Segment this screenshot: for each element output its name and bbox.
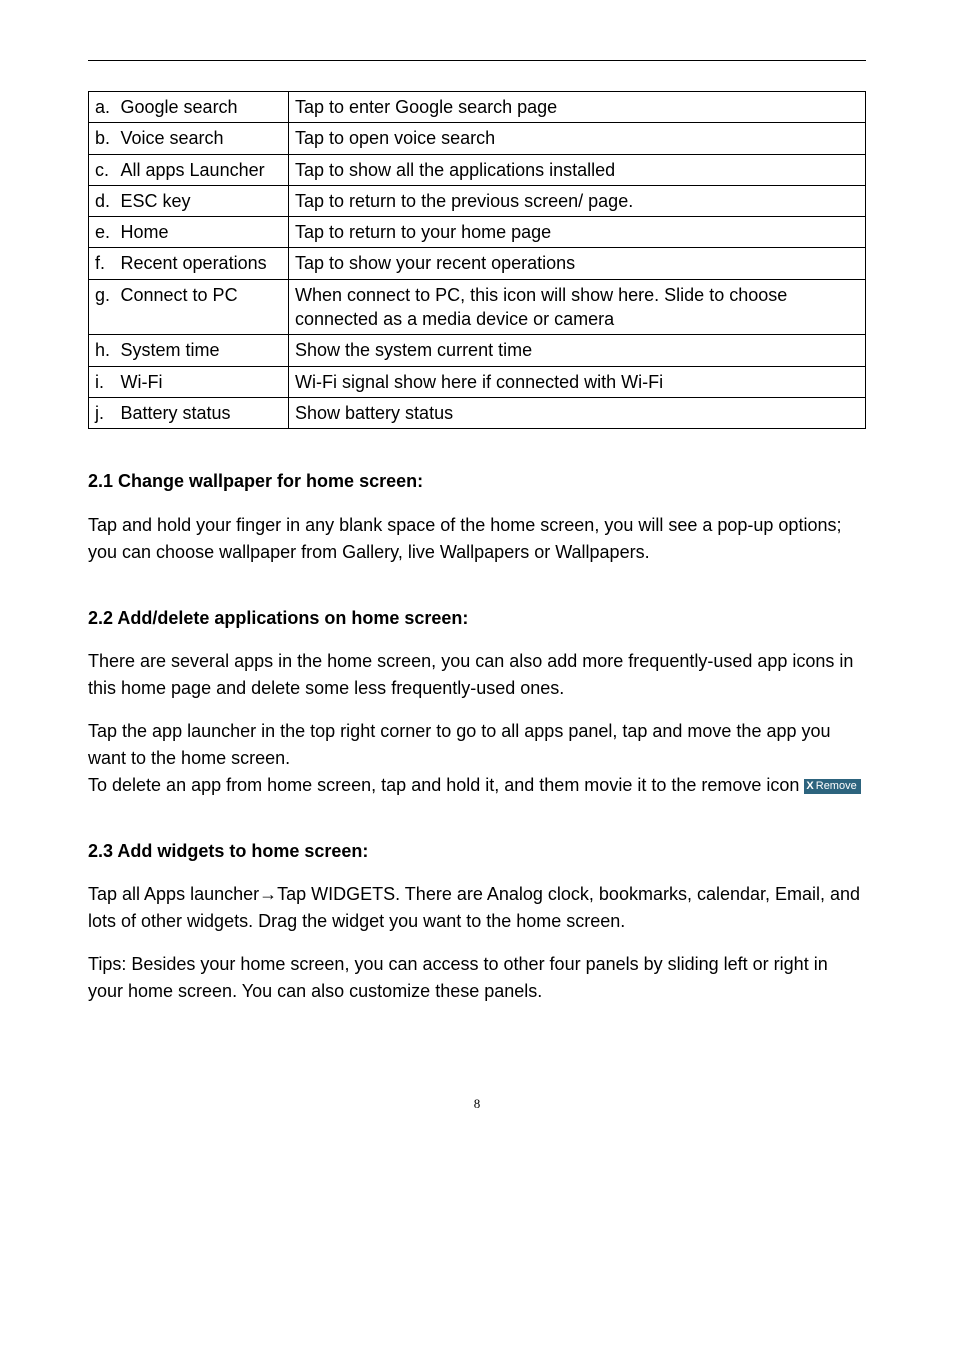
row-letter: i. bbox=[89, 366, 119, 397]
section-2-3-heading: 2.3 Add widgets to home screen: bbox=[88, 839, 866, 863]
remove-icon: XRemove bbox=[804, 779, 860, 794]
row-name: System time bbox=[119, 335, 289, 366]
page-number: 8 bbox=[88, 1095, 866, 1113]
row-name: Connect to PC bbox=[119, 279, 289, 335]
table-row: c. All apps Launcher Tap to show all the… bbox=[89, 154, 866, 185]
x-icon: X bbox=[806, 780, 813, 792]
row-desc: Tap to open voice search bbox=[289, 123, 866, 154]
table-row: e. Home Tap to return to your home page bbox=[89, 217, 866, 248]
row-desc: Tap to show your recent operations bbox=[289, 248, 866, 279]
section-2-2-p2: Tap the app launcher in the top right co… bbox=[88, 718, 866, 772]
row-name: ESC key bbox=[119, 185, 289, 216]
row-letter: b. bbox=[89, 123, 119, 154]
row-letter: d. bbox=[89, 185, 119, 216]
row-desc: Tap to return to your home page bbox=[289, 217, 866, 248]
row-name: Google search bbox=[119, 92, 289, 123]
row-desc: Show battery status bbox=[289, 397, 866, 428]
row-name: Recent operations bbox=[119, 248, 289, 279]
section-2-3-p2: Tips: Besides your home screen, you can … bbox=[88, 951, 866, 1005]
table-row: a. Google search Tap to enter Google sea… bbox=[89, 92, 866, 123]
table-row: f. Recent operations Tap to show your re… bbox=[89, 248, 866, 279]
row-name: Battery status bbox=[119, 397, 289, 428]
home-icons-table: a. Google search Tap to enter Google sea… bbox=[88, 91, 866, 429]
row-letter: j. bbox=[89, 397, 119, 428]
row-letter: f. bbox=[89, 248, 119, 279]
row-desc: Show the system current time bbox=[289, 335, 866, 366]
section-2-2-p3-text: To delete an app from home screen, tap a… bbox=[88, 775, 804, 795]
row-desc: Tap to enter Google search page bbox=[289, 92, 866, 123]
section-2-1-body: Tap and hold your finger in any blank sp… bbox=[88, 512, 866, 566]
table-row: g. Connect to PC When connect to PC, thi… bbox=[89, 279, 866, 335]
section-2-2-p1: There are several apps in the home scree… bbox=[88, 648, 866, 702]
table-row: i. Wi-Fi Wi-Fi signal show here if conne… bbox=[89, 366, 866, 397]
table-row: d. ESC key Tap to return to the previous… bbox=[89, 185, 866, 216]
row-desc: Wi-Fi signal show here if connected with… bbox=[289, 366, 866, 397]
row-desc: When connect to PC, this icon will show … bbox=[289, 279, 866, 335]
row-name: Home bbox=[119, 217, 289, 248]
table-row: j. Battery status Show battery status bbox=[89, 397, 866, 428]
row-letter: a. bbox=[89, 92, 119, 123]
row-name: Voice search bbox=[119, 123, 289, 154]
row-desc: Tap to show all the applications install… bbox=[289, 154, 866, 185]
table-row: b. Voice search Tap to open voice search bbox=[89, 123, 866, 154]
row-letter: c. bbox=[89, 154, 119, 185]
row-letter: e. bbox=[89, 217, 119, 248]
row-letter: g. bbox=[89, 279, 119, 335]
section-2-2-p3: To delete an app from home screen, tap a… bbox=[88, 772, 866, 799]
section-2-1-heading: 2.1 Change wallpaper for home screen: bbox=[88, 469, 866, 493]
row-name: All apps Launcher bbox=[119, 154, 289, 185]
row-name: Wi-Fi bbox=[119, 366, 289, 397]
remove-label: Remove bbox=[816, 780, 857, 792]
row-desc: Tap to return to the previous screen/ pa… bbox=[289, 185, 866, 216]
table-row: h. System time Show the system current t… bbox=[89, 335, 866, 366]
section-2-2-heading: 2.2 Add/delete applications on home scre… bbox=[88, 606, 866, 630]
section-2-3-p1: Tap all Apps launcher→Tap WIDGETS. There… bbox=[88, 881, 866, 935]
top-rule bbox=[88, 60, 866, 61]
row-letter: h. bbox=[89, 335, 119, 366]
